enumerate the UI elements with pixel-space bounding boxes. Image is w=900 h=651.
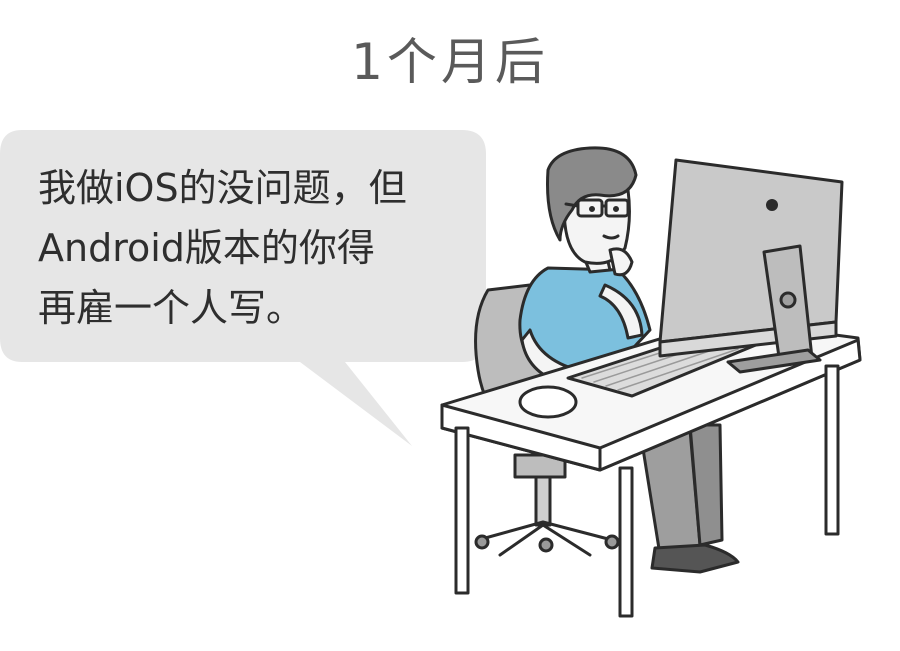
- mouse: [518, 385, 578, 419]
- comic-panel: 1个月后 我做iOS的没问题，但 Android版本的你得 再雇一个人写。: [0, 0, 900, 651]
- apple-logo-icon: [766, 199, 778, 211]
- developer-illustration: [440, 146, 862, 618]
